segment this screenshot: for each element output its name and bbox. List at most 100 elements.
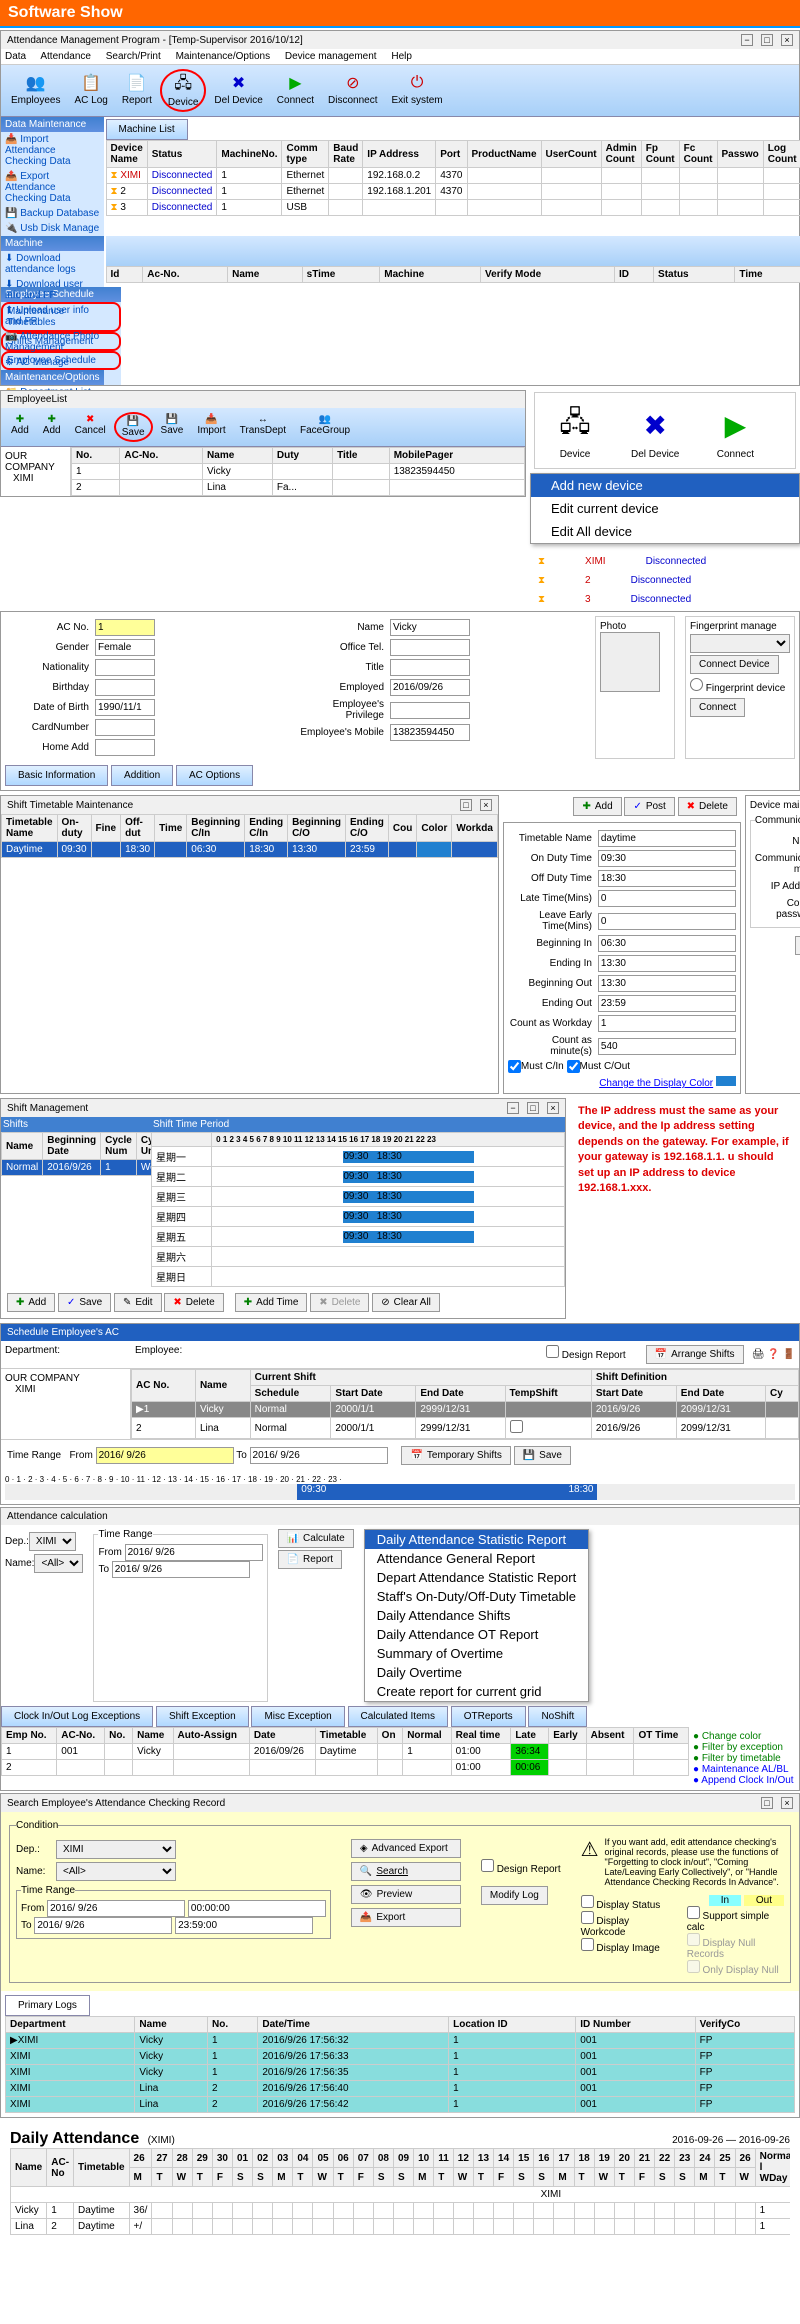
max-button[interactable]: □ <box>761 34 773 46</box>
disp-workcode-check[interactable] <box>581 1911 594 1924</box>
fp-device-radio[interactable] <box>690 678 703 691</box>
report-button[interactable]: 📄 Report <box>278 1550 342 1569</box>
preview-button[interactable]: 👁 Preview <box>351 1885 461 1904</box>
log-row[interactable]: XIMILina22016/9/26 17:56:401001FP <box>6 2081 795 2097</box>
tt-post-button[interactable]: ✓Post <box>624 797 674 816</box>
late-input[interactable] <box>598 890 736 907</box>
dob-input[interactable] <box>95 699 155 716</box>
calc-from-input[interactable] <box>125 1544 263 1561</box>
minutes-input[interactable] <box>598 1038 736 1055</box>
cancel-button[interactable]: ✖Cancel <box>69 412 112 442</box>
name-input[interactable] <box>390 619 470 636</box>
menu-data[interactable]: Data <box>5 51 26 62</box>
office-input[interactable] <box>390 639 470 656</box>
sidebar-upload-user[interactable]: ⬆ Upload user info and FP <box>1 303 104 329</box>
tab-basic[interactable]: Basic Information <box>5 765 108 786</box>
design-report-check[interactable] <box>481 1859 494 1872</box>
report-item[interactable]: Daily Attendance Statistic Report <box>365 1530 588 1549</box>
sidebar-photo[interactable]: 📷 Attendance Photo Management <box>1 329 104 355</box>
report-item[interactable]: Daily Attendance OT Report <box>365 1625 588 1644</box>
priv-input[interactable] <box>390 702 470 719</box>
begout-input[interactable] <box>598 975 736 992</box>
facegroup-button[interactable]: 👥FaceGroup <box>294 412 356 442</box>
tempshift-check[interactable] <box>510 1420 523 1433</box>
tt-add-button[interactable]: ✚Add <box>573 797 621 816</box>
fp-connect-button[interactable]: Connect <box>690 698 745 717</box>
tab-addition[interactable]: Addition <box>111 765 173 786</box>
menu-edit-all[interactable]: Edit All device <box>531 520 799 543</box>
sm-clear-button[interactable]: ⊘ Clear All <box>372 1293 440 1312</box>
menu-edit-device[interactable]: Edit current device <box>531 497 799 520</box>
device-row[interactable]: ⧗ 3Disconnected1USB <box>106 200 800 216</box>
tab-otreports[interactable]: OTReports <box>451 1706 526 1727</box>
zoom-device-button[interactable]: 🖧Device <box>535 393 615 468</box>
emp-row[interactable]: 2LinaFa... <box>72 480 525 496</box>
dm-ok-button[interactable]: ✓ OK <box>795 936 800 955</box>
sidebar-export[interactable]: 📤 Export Attendance Checking Data <box>1 169 104 206</box>
endin-input[interactable] <box>598 955 736 972</box>
tree-sub[interactable]: XIMI <box>5 1384 126 1395</box>
nationality-input[interactable] <box>95 659 155 676</box>
change-color-link[interactable]: Change the Display Color <box>599 1078 713 1089</box>
mustcout-check[interactable] <box>567 1060 580 1073</box>
sm-save-button[interactable]: ✓ Save <box>58 1293 111 1312</box>
tree-company[interactable]: OUR COMPANY <box>5 1373 126 1384</box>
min-button[interactable]: − <box>741 34 753 46</box>
device-button[interactable]: 🖧Device <box>160 69 207 112</box>
report-item[interactable]: Daily Attendance Shifts <box>365 1606 588 1625</box>
modify-log-button[interactable]: Modify Log <box>481 1886 548 1905</box>
timetable-row[interactable]: Daytime09:3018:3006:3018:3013:3023:59 <box>2 842 498 858</box>
design-check[interactable] <box>546 1345 559 1358</box>
import-button[interactable]: 📥Import <box>191 412 231 442</box>
adv-export-button[interactable]: ◈ Advanced Export <box>351 1839 461 1858</box>
sched-row[interactable]: ▶1VickyNormal2000/1/12999/12/312016/9/26… <box>132 1402 799 1418</box>
zoom-deldevice-button[interactable]: ✖Del Device <box>615 393 695 468</box>
tt-delete-button[interactable]: ✖Delete <box>678 797 737 816</box>
simple-calc-check[interactable] <box>687 1906 700 1919</box>
sidebar-backup[interactable]: 💾 Backup Database <box>1 206 104 221</box>
machine-list-tab[interactable]: Machine List <box>106 119 188 140</box>
close-button[interactable]: × <box>547 1102 559 1114</box>
disp-status-check[interactable] <box>581 1895 594 1908</box>
tab-clockexceptions[interactable]: Clock In/Out Log Exceptions <box>1 1706 153 1727</box>
log-row[interactable]: XIMILina22016/9/26 17:56:421001FP <box>6 2097 795 2113</box>
mobile-input[interactable] <box>390 724 470 741</box>
deldevice-button[interactable]: ✖Del Device <box>208 69 268 112</box>
gender-input[interactable] <box>95 639 155 656</box>
calc-to-input[interactable] <box>112 1561 250 1578</box>
sidebar-acmanage[interactable]: ⚙ AC Manage <box>1 355 104 370</box>
report-item[interactable]: Staff's On-Duty/Off-Duty Timetable <box>365 1587 588 1606</box>
tree-sub[interactable]: XIMI <box>5 473 66 484</box>
tt-name-input[interactable] <box>598 830 736 847</box>
card-input[interactable] <box>95 719 155 736</box>
sidebar-usb[interactable]: 🔌 Usb Disk Manage <box>1 221 104 236</box>
temp-shifts-button[interactable]: 📅 Temporary Shifts <box>401 1446 510 1465</box>
home-input[interactable] <box>95 739 155 756</box>
search-dep-select[interactable]: XIMI <box>56 1840 176 1859</box>
tree-company[interactable]: OUR COMPANY <box>5 451 66 473</box>
max-button[interactable]: □ <box>460 799 472 811</box>
report-item[interactable]: Create report for current grid <box>365 1682 588 1701</box>
log-row[interactable]: XIMIVicky12016/9/26 17:56:351001FP <box>6 2065 795 2081</box>
sched-row[interactable]: 2LinaNormal2000/1/12999/12/312016/9/2620… <box>132 1418 799 1439</box>
sidebar-import[interactable]: 📥 Import Attendance Checking Data <box>1 132 104 169</box>
add2-button[interactable]: ✚Add <box>37 412 67 442</box>
side-link[interactable]: ● Append Clock In/Out <box>693 1775 795 1786</box>
side-link[interactable]: ● Filter by timetable <box>693 1753 795 1764</box>
search-fromt-input[interactable] <box>188 1900 326 1917</box>
calc-row[interactable]: 1001Vicky2016/09/26Daytime101:0036:34 <box>2 1744 689 1760</box>
disp-image-check[interactable] <box>581 1938 594 1951</box>
sm-add-button[interactable]: ✚ Add <box>7 1293 55 1312</box>
zoom-connect-button[interactable]: ▶Connect <box>695 393 775 468</box>
side-link[interactable]: ● Change color <box>693 1731 795 1742</box>
mustcin-check[interactable] <box>508 1060 521 1073</box>
tr-from-input[interactable] <box>96 1447 234 1464</box>
add-button[interactable]: ✚Add <box>5 412 35 442</box>
save-button[interactable]: 💾Save <box>114 412 153 442</box>
report-item[interactable]: Summary of Overtime <box>365 1644 588 1663</box>
menu-help[interactable]: Help <box>391 51 412 62</box>
report-button[interactable]: 📄Report <box>116 69 158 112</box>
menu-device[interactable]: Device management <box>285 51 377 62</box>
sm-edit-button[interactable]: ✎ Edit <box>114 1293 162 1312</box>
search-name-select[interactable]: <All> <box>56 1862 176 1881</box>
